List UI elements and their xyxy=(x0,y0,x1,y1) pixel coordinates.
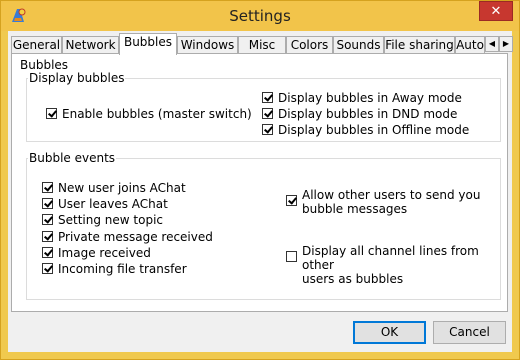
checkbox-box xyxy=(42,214,53,225)
tab-bubbles[interactable]: Bubbles xyxy=(119,33,177,55)
bubble-events-title: Bubble events xyxy=(28,151,117,165)
checkbox-box xyxy=(262,124,273,135)
checkbox-box xyxy=(46,108,57,119)
tab-colors[interactable]: Colors xyxy=(286,36,333,54)
dnd-mode-checkbox[interactable]: Display bubbles in DND mode xyxy=(262,107,457,121)
checkbox-box xyxy=(42,198,53,209)
tab-auto[interactable]: Auto xyxy=(455,36,485,54)
tab-sounds[interactable]: Sounds xyxy=(333,36,384,54)
display-bubbles-title: Display bubbles xyxy=(28,71,126,85)
allow-others-checkbox[interactable]: Allow other users to send you bubble mess… xyxy=(286,188,480,216)
bubbles-panel: Bubbles Display bubbles Enable bubbles (… xyxy=(11,53,508,312)
checkbox-box xyxy=(42,247,53,258)
close-button[interactable]: ✕ xyxy=(479,1,513,21)
channel-lines-line1: Display all channel lines from other xyxy=(302,244,479,272)
tab-strip: General Network Bubbles Windows Misc Col… xyxy=(11,33,513,55)
tab-misc[interactable]: Misc xyxy=(238,36,286,54)
away-mode-checkbox[interactable]: Display bubbles in Away mode xyxy=(262,91,462,105)
tab-network[interactable]: Network xyxy=(62,36,119,54)
event-file-transfer-checkbox[interactable]: Incoming file transfer xyxy=(42,262,187,276)
checkbox-box xyxy=(262,92,273,103)
event-new-topic-checkbox[interactable]: Setting new topic xyxy=(42,213,163,227)
cancel-button[interactable]: Cancel xyxy=(433,321,506,344)
checkbox-box xyxy=(262,108,273,119)
window-title: Settings xyxy=(229,7,291,25)
close-icon: ✕ xyxy=(490,4,502,19)
settings-window: Settings ✕ General Network Bubbles Windo… xyxy=(0,0,520,360)
checkbox-box xyxy=(42,182,53,193)
tab-scroll-right-icon[interactable]: ▶ xyxy=(499,36,513,52)
allow-others-line2: bubble messages xyxy=(302,202,408,216)
tab-file-sharing[interactable]: File sharing xyxy=(384,36,455,54)
checkbox-box xyxy=(42,263,53,274)
event-image-received-checkbox[interactable]: Image received xyxy=(42,246,151,260)
dialog-client: General Network Bubbles Windows Misc Col… xyxy=(8,31,513,352)
checkbox-box xyxy=(42,231,53,242)
allow-others-line1: Allow other users to send you xyxy=(302,188,481,202)
tab-windows[interactable]: Windows xyxy=(177,36,238,54)
title-bar[interactable]: Settings ✕ xyxy=(1,1,519,31)
channel-lines-line2: users as bubbles xyxy=(302,272,404,286)
checkbox-box xyxy=(286,195,297,206)
panel-title: Bubbles xyxy=(19,58,70,72)
tab-general[interactable]: General xyxy=(11,36,62,54)
event-user-leaves-checkbox[interactable]: User leaves AChat xyxy=(42,197,168,211)
checkbox-box xyxy=(286,251,297,262)
event-private-message-checkbox[interactable]: Private message received xyxy=(42,230,213,244)
enable-bubbles-checkbox[interactable]: Enable bubbles (master switch) xyxy=(46,107,252,121)
event-user-joins-checkbox[interactable]: New user joins AChat xyxy=(42,181,186,195)
tab-scroll-left-icon[interactable]: ◀ xyxy=(485,36,499,52)
ok-button[interactable]: OK xyxy=(353,321,426,344)
channel-lines-checkbox[interactable]: Display all channel lines from other user… xyxy=(286,244,507,286)
offline-mode-checkbox[interactable]: Display bubbles in Offline mode xyxy=(262,123,469,137)
